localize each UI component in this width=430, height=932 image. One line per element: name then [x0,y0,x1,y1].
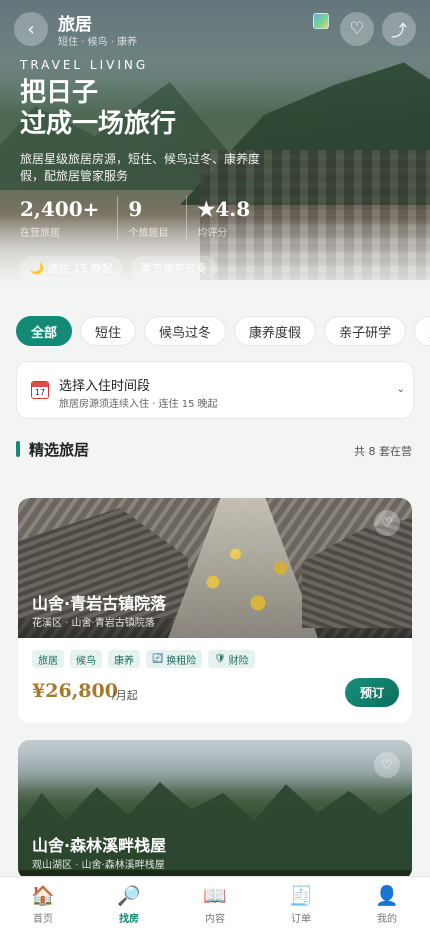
listing-price-unit: /月起 [112,689,138,702]
chevron-left-icon: ‹ [27,18,35,40]
stat-value: 9 [128,197,143,221]
hero-chip-season: 季节康养节奏 [130,256,217,280]
top-bar: ‹ 旅居 短住 · 候鸟 · 康养 ♡ ⤴ [0,0,430,58]
tag-label: 康养 [114,655,134,667]
category-winter-migrant[interactable]: 候鸟过冬 [144,316,227,346]
heart-icon: ♡ [349,19,365,39]
listing-card[interactable]: ♡ 山舍·青岩古镇院落 花溪区 · 山舍·青岩古镇院落 旅居 候鸟 康养 🔄 换租… [18,498,412,723]
hero-headline-line2: 过成一场旅行 [20,109,177,139]
hero-headline: 把日子 过成一场旅行 [20,78,176,140]
listing-price: ¥26,800 [32,680,118,702]
photo-roof-right [302,518,412,628]
listing-photo: ♡ 山舍·森林溪畔栈屋 观山湖区 · 山舍·森林溪畔栈屋 [18,740,412,880]
map-icon[interactable] [313,13,329,29]
listing-title: 山舍·森林溪畔栈屋 [32,836,167,855]
home-icon: 🏠 [31,885,55,907]
shield-icon: 🛡 [214,654,226,664]
category-whole-house[interactable]: 整栋包 [414,316,430,346]
tag-property-insurance: 🛡 财险 [208,650,255,668]
listing-title: 山舍·青岩古镇院落 [32,594,167,613]
stat-value: ★4.8 [197,197,251,221]
date-picker-subtitle: 旅居房源须连续入住 · 连住 15 晚起 [59,399,218,410]
share-icon: ⤴ [390,21,407,40]
hero-eyebrow: TRAVEL LIVING [20,58,149,72]
tag-label: 财险 [228,655,249,667]
stat-value: 2,400+ [20,197,100,221]
swap-icon: 🔄 [152,654,164,664]
hero-headline-line1: 把日子 [20,78,99,108]
stat-listings: 2,400+ 在营旅居 [20,196,99,239]
date-picker-title: 选择入住时间段 [59,379,151,394]
tag-label: 换租险 [166,655,197,667]
stat-label: 均评分 [197,228,228,239]
listing-location: 花溪区 · 山舍·青岩古镇院落 [32,618,155,629]
calendar-icon: 17 [31,381,49,399]
book-icon: 📖 [203,885,227,907]
category-tabs: 全部 短住 候鸟过冬 康养度假 亲子研学 整栋包 [16,316,430,348]
nav-label: 我的 [377,914,397,925]
category-short-stay[interactable]: 短住 [80,316,137,346]
listing-card[interactable]: ♡ 山舍·森林溪畔栈屋 观山湖区 · 山舍·森林溪畔栈屋 [18,740,412,880]
book-button[interactable]: 预订 [345,678,399,707]
chevron-down-icon: ⌄ [396,384,405,395]
hero-stats: 2,400+ 在营旅居 9 个旅居目 ★4.8 均评分 [20,196,268,239]
hero-chip-min-stay: 🌙 连住 15 晚起 [20,256,123,280]
nav-orders[interactable]: 🧾 订单 [258,877,344,932]
receipt-icon: 🧾 [289,885,313,907]
back-button[interactable]: ‹ [14,12,48,46]
stat-label: 个旅居目 [128,228,169,239]
listing-favorite-button[interactable]: ♡ [374,510,400,536]
bottom-nav: 🏠 首页 🔎 找房 📖 内容 🧾 订单 👤 我的 [0,876,430,932]
nav-find-room[interactable]: 🔎 找房 [86,877,172,932]
nav-content[interactable]: 📖 内容 [172,877,258,932]
hero-description: 旅居星级旅居房源，短住、候鸟过冬、康养度假，配旅居管家服务 [20,152,261,183]
tag-label: 旅居 [38,655,58,667]
listing-favorite-button[interactable]: ♡ [374,752,400,778]
user-icon: 👤 [375,885,399,907]
search-icon: 🔎 [117,885,141,907]
section-count: 共 8 套在营 [354,445,412,458]
date-picker[interactable]: 17 选择入住时间段 旅居房源须连续入住 · 连住 15 晚起 ⌄ [16,361,414,419]
share-button[interactable]: ⤴ [382,12,416,46]
moon-icon: 🌙 [30,261,44,275]
nav-label: 内容 [205,914,225,925]
category-wellness[interactable]: 康养度假 [234,316,317,346]
section-header: 精选旅居 共 8 套在营 [16,439,414,461]
listing-location: 观山湖区 · 山舍·森林溪畔栈屋 [32,860,165,871]
nav-profile[interactable]: 👤 我的 [344,877,430,932]
stat-destinations: 9 个旅居目 [117,196,168,239]
tag-travel-living: 旅居 [32,650,64,668]
hero-chip-label: 季节康养节奏 [140,262,207,275]
heart-icon: ♡ [381,757,393,773]
stat-rating: ★4.8 均评分 [186,196,250,239]
tag-migrant: 候鸟 [70,650,102,668]
category-family-study[interactable]: 亲子研学 [324,316,407,346]
page-subtitle: 短住 · 候鸟 · 康养 [58,37,138,48]
photo-lantern-street [168,498,318,638]
nav-home[interactable]: 🏠 首页 [0,877,86,932]
nav-label: 首页 [33,914,53,925]
tag-label: 候鸟 [76,655,96,667]
category-all[interactable]: 全部 [16,316,73,346]
tag-swap-insurance: 🔄 换租险 [146,650,203,668]
section-title: 精选旅居 [29,441,90,459]
nav-label: 找房 [119,914,139,925]
favorite-button[interactable]: ♡ [340,12,374,46]
heart-icon: ♡ [381,515,393,531]
hero-chip-label: 连住 15 晚起 [47,262,113,275]
hero-banner: ‹ 旅居 短住 · 候鸟 · 康养 ♡ ⤴ TRAVEL LIVING 把日子 … [0,0,430,305]
nav-label: 订单 [291,914,311,925]
page-title: 旅居 [58,15,92,35]
photo-mist [18,740,412,790]
tag-wellness: 康养 [108,650,140,668]
stat-label: 在营旅居 [20,228,60,239]
listing-tags: 旅居 候鸟 康养 🔄 换租险 🛡 财险 [32,650,261,668]
hero-chips: 🌙 连住 15 晚起 季节康养节奏 [20,256,225,280]
section-accent-bar [16,441,20,457]
listing-photo: ♡ 山舍·青岩古镇院落 花溪区 · 山舍·青岩古镇院落 [18,498,412,638]
